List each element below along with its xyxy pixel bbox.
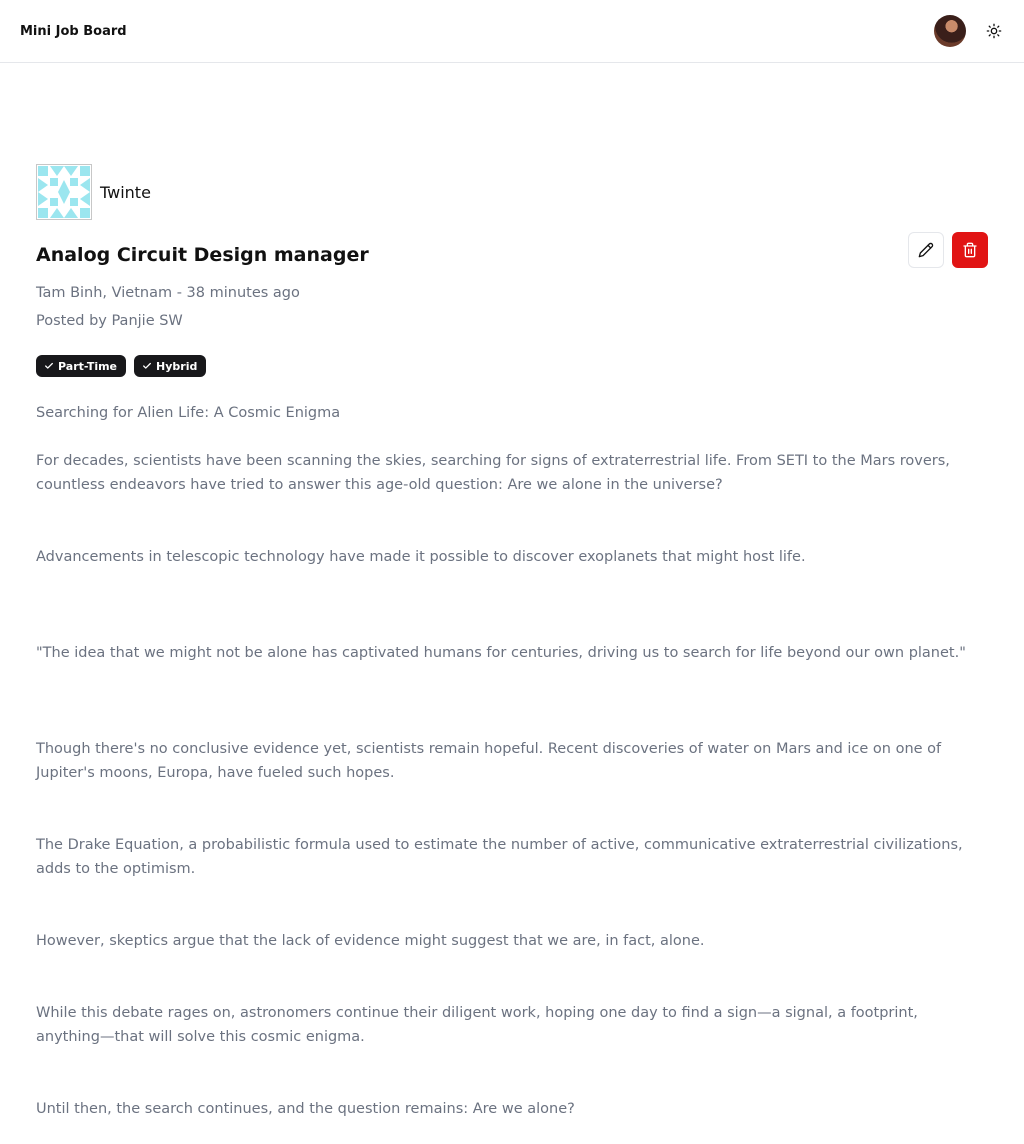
brand-title[interactable]: Mini Job Board — [20, 24, 127, 39]
user-avatar[interactable] — [934, 15, 966, 47]
check-icon — [45, 362, 53, 369]
delete-button[interactable] — [952, 232, 988, 268]
description-paragraph: While this debate rages on, astronomers … — [36, 1005, 918, 1045]
tag-hybrid: Hybrid — [134, 355, 207, 377]
description-paragraph: The Drake Equation, a probabilistic form… — [36, 837, 963, 877]
job-title: Analog Circuit Design manager — [36, 244, 369, 266]
company-name: Twinte — [100, 182, 151, 202]
company-logo — [36, 164, 92, 220]
job-tags: Part-Time Hybrid — [36, 355, 988, 377]
check-icon — [143, 362, 151, 369]
description-heading: Searching for Alien Life: A Cosmic Enigm… — [36, 405, 341, 421]
top-navbar: Mini Job Board — [0, 0, 1024, 63]
description-paragraph: Advancements in telescopic technology ha… — [36, 549, 806, 565]
edit-button[interactable] — [908, 232, 944, 268]
company-header: Twinte — [36, 164, 988, 220]
sun-icon — [986, 23, 1002, 39]
description-paragraph: Until then, the search continues, and th… — [36, 1101, 575, 1117]
description-paragraph: However, skeptics argue that the lack of… — [36, 933, 705, 949]
description-paragraph: Though there's no conclusive evidence ye… — [36, 741, 942, 781]
tag-label: Hybrid — [156, 359, 198, 373]
trash-icon — [963, 242, 977, 258]
theme-toggle-button[interactable] — [984, 21, 1004, 41]
navbar-actions — [934, 15, 1004, 47]
job-detail: Twinte Analog Circuit Design manager Tam… — [0, 63, 1024, 1121]
job-actions — [908, 232, 988, 268]
tag-label: Part-Time — [58, 359, 118, 373]
description-paragraph: For decades, scientists have been scanni… — [36, 453, 950, 493]
job-posted-by: Posted by Panjie SW — [36, 313, 183, 329]
job-meta: Tam Binh, Vietnam - 38 minutes ago Poste… — [36, 279, 988, 335]
job-description: Searching for Alien Life: A Cosmic Enigm… — [36, 401, 986, 1121]
job-location-time: Tam Binh, Vietnam - 38 minutes ago — [36, 285, 300, 301]
tag-part-time: Part-Time — [36, 355, 127, 377]
pencil-icon — [918, 242, 934, 258]
title-row: Analog Circuit Design manager — [36, 232, 988, 268]
description-quote: "The idea that we might not be alone has… — [36, 645, 966, 661]
